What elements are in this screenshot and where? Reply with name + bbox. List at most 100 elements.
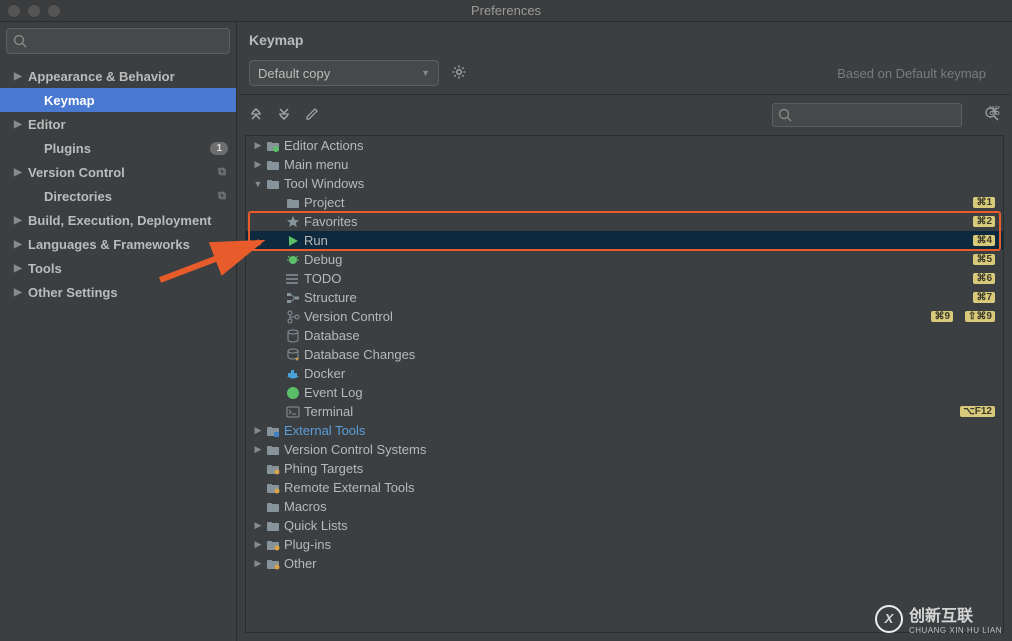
tree-row-label: Database <box>304 328 360 343</box>
sidebar-item-editor[interactable]: ▶ Editor <box>0 112 236 136</box>
tree-row-debug[interactable]: Debug⌘5 <box>246 250 1003 269</box>
sidebar-item-appearance-behavior[interactable]: ▶ Appearance & Behavior <box>0 64 236 88</box>
tree-row-label: Project <box>304 195 344 210</box>
folder-c-icon <box>264 538 282 552</box>
tree-search[interactable] <box>772 103 962 127</box>
tree-row-version-control-systems[interactable]: ▶ Version Control Systems <box>246 440 1003 459</box>
sidebar-item-label: Keymap <box>44 93 95 108</box>
tree-row-favorites[interactable]: Favorites⌘2 <box>246 212 1003 231</box>
tree-row-remote-external-tools[interactable]: Remote External Tools <box>246 478 1003 497</box>
edit-icon[interactable] <box>305 107 319 124</box>
tree-row-external-tools[interactable]: ▶External Tools <box>246 421 1003 440</box>
sidebar-item-label: Version Control <box>28 165 125 180</box>
folder-c-icon <box>264 462 282 476</box>
todo-icon <box>284 272 302 286</box>
tree-search-input[interactable] <box>795 108 961 123</box>
sidebar-item-tools[interactable]: ▶Tools <box>0 256 236 280</box>
tree-row-project[interactable]: Project⌘1 <box>246 193 1003 212</box>
event-icon <box>284 386 302 400</box>
tree-row-docker[interactable]: Docker <box>246 364 1003 383</box>
sidebar-search-input[interactable] <box>31 34 229 48</box>
sidebar-item-version-control[interactable]: ▶Version Control⧉ <box>0 160 236 184</box>
folder-icon <box>264 500 282 514</box>
chevron-right-icon: ▶ <box>252 539 264 550</box>
tree-row-label: Structure <box>304 290 357 305</box>
zoom-dot[interactable] <box>48 5 60 17</box>
tree-row-editor-actions[interactable]: ▶Editor Actions <box>246 136 1003 155</box>
tree-row-label: Main menu <box>284 157 348 172</box>
struct-icon <box>284 291 302 305</box>
folder-c-icon <box>264 557 282 571</box>
watermark: X 创新互联 CHUANG XIN HU LIAN <box>875 602 1002 635</box>
sidebar-item-label: Appearance & Behavior <box>28 69 175 84</box>
expand-all-icon[interactable] <box>249 107 263 124</box>
sidebar-item-label: Tools <box>28 261 62 276</box>
page-title: Keymap <box>237 22 1012 56</box>
sidebar-item-label: Editor <box>28 117 66 132</box>
watermark-sub: CHUANG XIN HU LIAN <box>909 626 1002 635</box>
sidebar-item-languages-frameworks[interactable]: ▶Languages & Frameworks <box>0 232 236 256</box>
vcs-icon <box>284 310 302 324</box>
tree-row-label: Favorites <box>304 214 357 229</box>
keymap-scheme-select[interactable]: Default copy ▼ <box>249 60 439 86</box>
search-icon <box>778 108 792 122</box>
tree-row-structure[interactable]: Structure⌘7 <box>246 288 1003 307</box>
min-dot[interactable] <box>28 5 40 17</box>
chevron-down-icon: ▼ <box>252 179 264 189</box>
tree-row-plug-ins[interactable]: ▶ Plug-ins <box>246 535 1003 554</box>
tree-row-terminal[interactable]: Terminal ⌥F12 <box>246 402 1003 421</box>
tree-row-run[interactable]: Run⌘4 <box>246 231 1003 250</box>
window-title: Preferences <box>471 3 541 18</box>
tree-row-label: Database Changes <box>304 347 415 362</box>
sidebar-search[interactable] <box>6 28 230 54</box>
collapse-all-icon[interactable] <box>277 107 291 124</box>
tree-row-database-changes[interactable]: Database Changes <box>246 345 1003 364</box>
count-badge: 1 <box>210 142 228 155</box>
project-badge-icon: ⧉ <box>218 190 226 203</box>
close-dot[interactable] <box>8 5 20 17</box>
tree-row-label: Terminal <box>304 404 353 419</box>
sidebar-item-build-execution-deployment[interactable]: ▶Build, Execution, Deployment <box>0 208 236 232</box>
sidebar: ▶ Appearance & Behavior Keymap ▶ Editor Plugi… <box>0 22 237 641</box>
keymap-tree[interactable]: ▶Editor Actions▶Main menu▼Tool WindowsPr… <box>245 135 1004 633</box>
tree-row-other[interactable]: ▶Other <box>246 554 1003 573</box>
tree-row-macros[interactable]: Macros <box>246 497 1003 516</box>
tree-row-label: Version Control Systems <box>284 442 426 457</box>
tree-row-version-control[interactable]: Version Control⇧⌘9⌘9 <box>246 307 1003 326</box>
tree-row-database[interactable]: Database <box>246 326 1003 345</box>
find-by-shortcut-icon[interactable]: ⌘ <box>984 106 1000 125</box>
tree-row-event-log[interactable]: Event Log <box>246 383 1003 402</box>
sidebar-item-plugins[interactable]: Plugins1 <box>0 136 236 160</box>
folder-icon <box>264 443 282 457</box>
chevron-right-icon: ▶ <box>252 444 264 455</box>
gear-icon[interactable] <box>451 64 467 83</box>
folder-c-icon <box>264 481 282 495</box>
tree-row-label: Plug-ins <box>284 537 331 552</box>
shortcut-badge: ⌘9 <box>931 311 953 322</box>
tree-row-tool-windows[interactable]: ▼Tool Windows <box>246 174 1003 193</box>
chevron-right-icon: ▶ <box>14 71 24 82</box>
chevron-down-icon: ▼ <box>421 68 430 78</box>
tree-row-quick-lists[interactable]: ▶Quick Lists <box>246 516 1003 535</box>
shortcut-badge: ⌥F12 <box>960 406 995 417</box>
tree-row-phing-targets[interactable]: Phing Targets <box>246 459 1003 478</box>
tree-row-main-menu[interactable]: ▶Main menu <box>246 155 1003 174</box>
tree-row-label: Phing Targets <box>284 461 363 476</box>
tree-row-label: Debug <box>304 252 342 267</box>
scheme-value: Default copy <box>258 66 330 81</box>
tree-row-label: TODO <box>304 271 341 286</box>
window-controls[interactable] <box>8 5 60 17</box>
sidebar-item-keymap[interactable]: Keymap <box>0 88 236 112</box>
tree-row-label: External Tools <box>284 423 365 438</box>
folder-icon <box>264 177 282 191</box>
based-on-label: Based on Default keymap <box>837 66 1000 81</box>
sidebar-item-label: Languages & Frameworks <box>28 237 190 252</box>
sidebar-item-other-settings[interactable]: ▶Other Settings <box>0 280 236 304</box>
svg-text:⌘: ⌘ <box>988 106 1000 118</box>
tree-row-todo[interactable]: TODO⌘6 <box>246 269 1003 288</box>
sidebar-item-directories[interactable]: Directories⧉ <box>0 184 236 208</box>
chevron-right-icon: ▶ <box>14 119 24 130</box>
folder-icon <box>284 196 302 210</box>
tree-row-label: Event Log <box>304 385 363 400</box>
tree-row-label: Editor Actions <box>284 138 364 153</box>
